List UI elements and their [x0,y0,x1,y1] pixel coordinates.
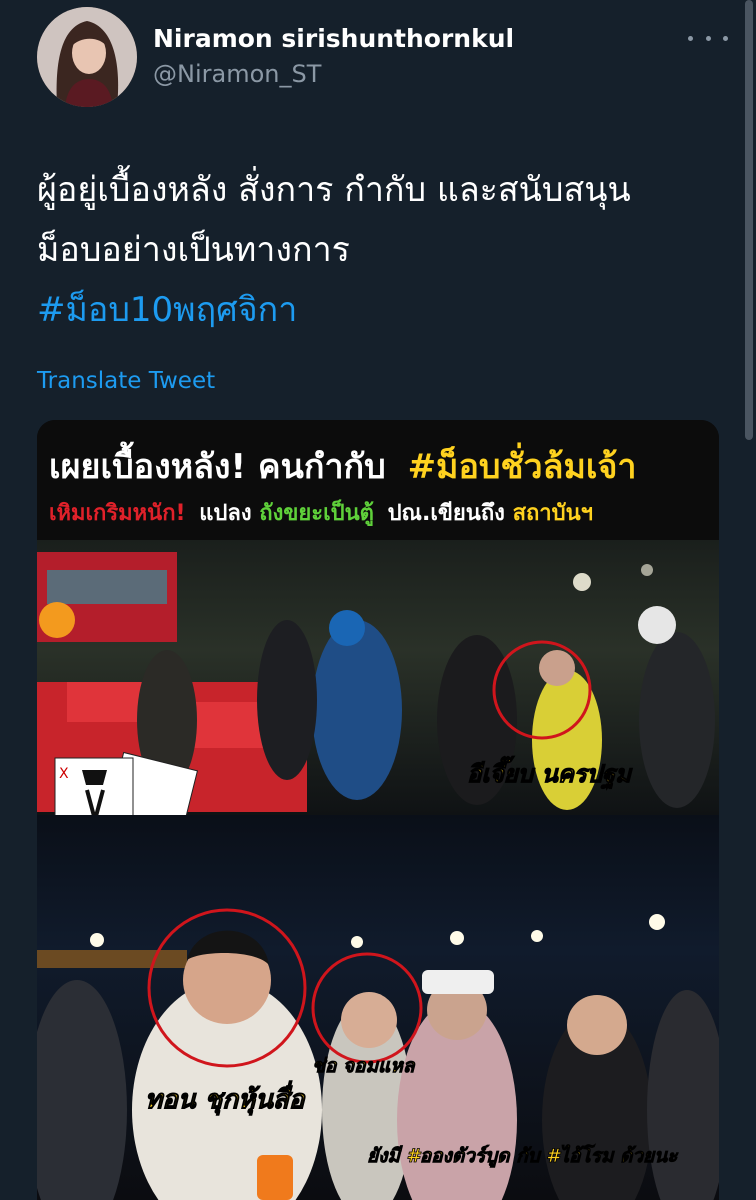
subheadline-green: ถังขยะเป็นตู้ [259,498,374,527]
subheadline-yellow: สถาบันฯ [513,501,593,526]
hashtag-link[interactable]: #ม็อบ10พฤศจิกา [37,280,737,340]
subheadline-white-2: ปณ.เขียนถึง [388,501,505,526]
tweet-text-line-1: ผู้อยู่เบื้องหลัง สั่งการ กำกับ และสนับส… [37,170,631,210]
caption-top: อีเจี๊ยบ นครปฐม [467,756,633,790]
svg-text:X: X [59,766,69,782]
headline-part1: เผยเบื้องหลัง! คนกำกับ [49,441,386,487]
author-avatar[interactable] [37,7,137,107]
tweet-text: ผู้อยู่เบื้องหลัง สั่งการ กำกับ และสนับส… [37,160,737,340]
subheadline-text: เหิมเกริมหนัก! แปลง ถังขยะเป็นตู้ ปณ.เขี… [49,498,593,527]
raincoat-person [312,620,402,800]
microphone [257,1155,293,1200]
caption-bottom-right: ยังมี #อองตัวร์บูด กับ #ไอ้โรม ด้วยนะ [367,1144,679,1168]
author-handle[interactable]: @Niramon_ST [153,60,321,88]
tweet-text-line-2: ม็อบอย่างเป็นทางการ [37,230,350,270]
more-options-icon[interactable] [688,26,728,50]
subheadline-red: เหิมเกริมหนัก! [49,501,186,526]
scrollbar[interactable] [745,0,753,440]
caption-bottom-mid: ช่อ จอมแหล [312,1055,416,1077]
yellow-shirt-person [532,670,602,810]
media-poster: X X เผยเบื้องหลัง! คนกำกับ #ม [37,420,719,1200]
tweet-media-image[interactable]: X X เผยเบื้องหลัง! คนกำกับ #ม [37,420,719,1200]
headline-part2: #ม็อบชั่วล้มเจ้า [408,442,637,487]
avatar-photo [37,7,137,107]
headline-text: เผยเบื้องหลัง! คนกำกับ #ม็อบชั่วล้มเจ้า [49,441,637,487]
translate-tweet-link[interactable]: Translate Tweet [37,368,215,394]
author-display-name[interactable]: Niramon sirishunthornkul [153,24,514,53]
subheadline-white-1: แปลง [199,501,251,526]
caption-bottom-left: ทอน ชุกหุ้นสื่อ [145,1080,306,1116]
